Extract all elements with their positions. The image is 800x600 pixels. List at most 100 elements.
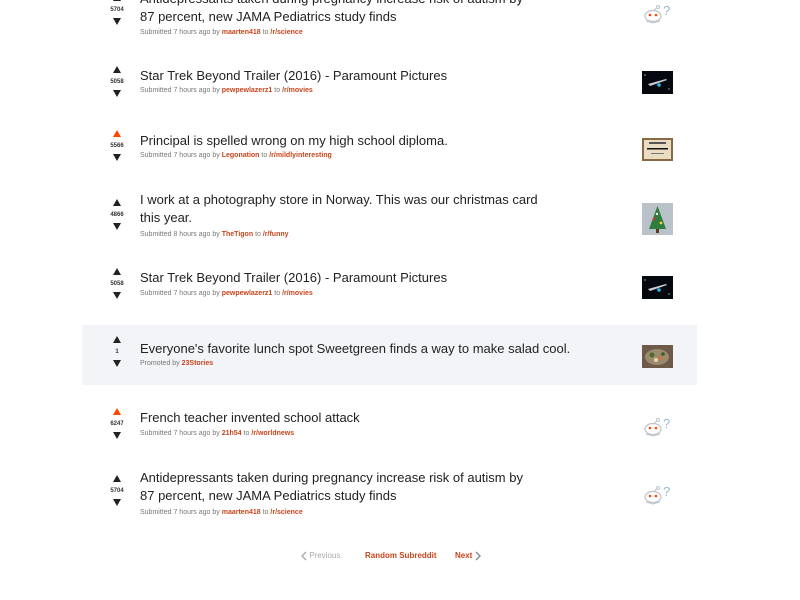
- upvote-arrow-icon[interactable]: [113, 66, 121, 73]
- downvote-arrow-icon[interactable]: [113, 154, 121, 161]
- downvote-arrow-icon[interactable]: [113, 499, 121, 506]
- post-item: 6247 French teacher invented school atta…: [82, 390, 697, 456]
- post-item: 5704 Antidepressants taken during pregna…: [82, 0, 697, 52]
- post-author[interactable]: 21h54: [222, 430, 242, 437]
- pagination: Previous Random Subreddit Next: [0, 551, 800, 565]
- post-author[interactable]: pewpewlazerz1: [222, 290, 273, 297]
- diploma-thumbnail[interactable]: [642, 138, 673, 161]
- post-subreddit[interactable]: /r/science: [270, 29, 302, 36]
- post-subreddit[interactable]: /r/funny: [263, 231, 289, 238]
- post-title[interactable]: Principal is spelled wrong on my high sc…: [140, 132, 540, 150]
- post-score: 4866: [110, 212, 124, 218]
- next-label: Next: [455, 551, 473, 561]
- starship-thumbnail[interactable]: [642, 276, 673, 299]
- post-meta: Submitted 7 hours ago by pewpewlazerz1 t…: [140, 289, 313, 298]
- upvote-arrow-icon[interactable]: [113, 130, 121, 137]
- post-title[interactable]: French teacher invented school attack: [140, 409, 540, 427]
- post-subreddit[interactable]: /r/science: [270, 509, 302, 516]
- post-item: 5058 Star Trek Beyond Trailer (2016) - P…: [82, 52, 697, 118]
- next-page-link[interactable]: Next: [455, 551, 482, 561]
- random-subreddit-link[interactable]: Random Subreddit: [365, 551, 437, 560]
- downvote-arrow-icon[interactable]: [113, 360, 121, 367]
- reddit-alien-placeholder-icon[interactable]: ?: [642, 2, 673, 25]
- post-title[interactable]: Antidepressants taken during pregnancy i…: [140, 469, 540, 505]
- post-author[interactable]: maarten418: [222, 509, 261, 516]
- meta-prefix: Submitted 7 hours ago by: [140, 152, 220, 159]
- vote-control: 5058: [104, 66, 130, 97]
- meta-to: to: [274, 87, 281, 94]
- post-author[interactable]: Legonation: [222, 152, 260, 159]
- meta-to: to: [262, 29, 269, 36]
- post-subreddit[interactable]: /r/worldnews: [251, 430, 294, 437]
- post-author[interactable]: TheTigon: [222, 231, 253, 238]
- reddit-alien-placeholder-icon[interactable]: ?: [642, 483, 673, 506]
- post-score: 5058: [110, 79, 124, 85]
- post-feed: 5704 Antidepressants taken during pregna…: [82, 0, 697, 600]
- meta-prefix: Submitted 7 hours ago by: [140, 430, 220, 437]
- meta-to: to: [274, 290, 281, 297]
- downvote-arrow-icon[interactable]: [113, 90, 121, 97]
- meta-to: to: [262, 509, 269, 516]
- previous-label: Previous: [309, 551, 341, 561]
- reddit-alien-placeholder-icon[interactable]: ?: [642, 415, 673, 438]
- vote-control: 5704: [104, 475, 130, 506]
- post-meta: Submitted 7 hours ago by maarten418 to /…: [140, 28, 303, 37]
- post-title[interactable]: Star Trek Beyond Trailer (2016) - Paramo…: [140, 67, 540, 85]
- post-item: 5058 Star Trek Beyond Trailer (2016) - P…: [82, 254, 697, 320]
- meta-prefix: Submitted 7 hours ago by: [140, 87, 220, 94]
- post-author[interactable]: 23Stories: [182, 360, 214, 367]
- post-title[interactable]: Antidepressants taken during pregnancy i…: [140, 0, 540, 26]
- svg-text:?: ?: [663, 484, 670, 499]
- post-meta: Submitted 7 hours ago by pewpewlazerz1 t…: [140, 86, 313, 95]
- svg-text:?: ?: [663, 416, 670, 431]
- downvote-arrow-icon[interactable]: [113, 292, 121, 299]
- meta-prefix: Submitted 8 hours ago by: [140, 231, 220, 238]
- starship-thumbnail[interactable]: [642, 71, 673, 94]
- meta-prefix: Submitted 7 hours ago by: [140, 29, 220, 36]
- vote-control: 5704: [104, 0, 130, 25]
- post-meta: Submitted 7 hours ago by maarten418 to /…: [140, 508, 303, 517]
- meta-prefix: Submitted 7 hours ago by: [140, 290, 220, 297]
- post-score: 5058: [110, 281, 124, 287]
- vote-control: 1: [104, 336, 130, 367]
- post-score: 6247: [110, 421, 124, 427]
- christmas-card-thumbnail[interactable]: [642, 203, 673, 235]
- previous-page-link[interactable]: Previous: [300, 551, 340, 561]
- post-subreddit[interactable]: /r/movies: [282, 290, 313, 297]
- promoted-post: 1 Everyone's favorite lunch spot Sweetgr…: [82, 325, 697, 385]
- post-subreddit[interactable]: /r/movies: [282, 87, 313, 94]
- upvote-arrow-icon[interactable]: [113, 268, 121, 275]
- post-title[interactable]: I work at a photography store in Norway.…: [140, 191, 540, 227]
- meta-prefix: Submitted 7 hours ago by: [140, 509, 220, 516]
- upvote-arrow-icon[interactable]: [113, 199, 121, 206]
- post-item: 4866 I work at a photography store in No…: [82, 184, 697, 250]
- meta-to: to: [255, 231, 261, 238]
- downvote-arrow-icon[interactable]: [113, 223, 121, 230]
- post-score: 5704: [110, 488, 124, 494]
- post-score: 5566: [110, 143, 124, 149]
- post-author[interactable]: pewpewlazerz1: [222, 87, 273, 94]
- post-author[interactable]: maarten418: [222, 29, 261, 36]
- salad-thumbnail[interactable]: [642, 345, 673, 368]
- chevron-right-icon: [475, 551, 481, 561]
- downvote-arrow-icon[interactable]: [113, 18, 121, 25]
- post-title[interactable]: Everyone's favorite lunch spot Sweetgree…: [140, 340, 600, 358]
- post-meta: Promoted by 23Stories: [140, 359, 213, 368]
- upvote-arrow-icon[interactable]: [113, 336, 121, 343]
- post-title[interactable]: Star Trek Beyond Trailer (2016) - Paramo…: [140, 269, 540, 287]
- chevron-left-icon: [301, 551, 307, 561]
- upvote-arrow-icon[interactable]: [113, 0, 121, 1]
- upvote-arrow-icon[interactable]: [113, 408, 121, 415]
- upvote-arrow-icon[interactable]: [113, 475, 121, 482]
- post-score: 5704: [110, 7, 124, 13]
- post-meta: Submitted 7 hours ago by Legonation to /…: [140, 151, 332, 160]
- post-item: 5566 Principal is spelled wrong on my hi…: [82, 118, 697, 184]
- svg-text:?: ?: [663, 3, 670, 18]
- post-meta: Submitted 8 hours ago by TheTigon to /r/…: [140, 230, 289, 239]
- downvote-arrow-icon[interactable]: [113, 432, 121, 439]
- vote-control: 6247: [104, 408, 130, 439]
- post-score: 1: [115, 349, 119, 355]
- vote-control: 5566: [104, 130, 130, 161]
- post-item: 5704 Antidepressants taken during pregna…: [82, 456, 697, 526]
- post-subreddit[interactable]: /r/mildlyinteresting: [269, 152, 332, 159]
